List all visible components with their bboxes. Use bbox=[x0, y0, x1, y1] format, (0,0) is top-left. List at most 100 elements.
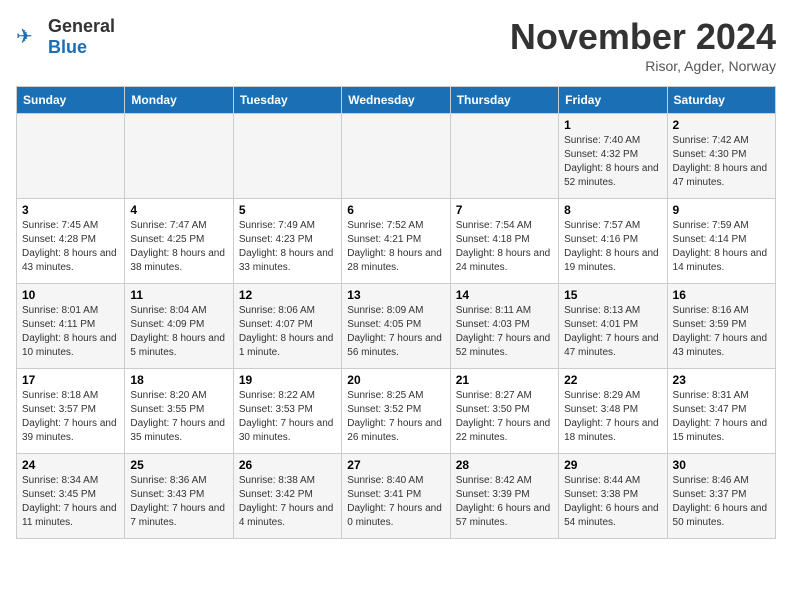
calendar-cell: 27Sunrise: 8:40 AM Sunset: 3:41 PM Dayli… bbox=[342, 454, 450, 539]
day-info: Sunrise: 8:01 AM Sunset: 4:11 PM Dayligh… bbox=[22, 304, 119, 360]
calendar-cell: 22 Sunrise: 8:29 AM Sunset: 3:48 PM Dayli… bbox=[559, 369, 667, 454]
day-info: Sunrise: 8:18 AM Sunset: 3:57 PM Dayligh… bbox=[22, 389, 119, 445]
day-number: 23 bbox=[673, 373, 770, 387]
calendar-cell bbox=[450, 114, 558, 199]
calendar-cell: 18 Sunrise: 8:20 AM Sunset: 3:55 PM Dayli… bbox=[125, 369, 233, 454]
header-row: SundayMondayTuesdayWednesdayThursdayFrid… bbox=[17, 87, 776, 114]
day-header-saturday: Saturday bbox=[667, 87, 775, 114]
day-number: 28 bbox=[456, 458, 553, 472]
calendar-cell: 4 Sunrise: 7:47 AM Sunset: 4:25 PM Daylig… bbox=[125, 199, 233, 284]
calendar-cell bbox=[125, 114, 233, 199]
day-number: 1 bbox=[564, 118, 661, 132]
day-number: 13 bbox=[347, 288, 444, 302]
week-row: 3 Sunrise: 7:45 AM Sunset: 4:28 PM Daylig… bbox=[17, 199, 776, 284]
day-info: Sunrise: 8:04 AM Sunset: 4:09 PM Dayligh… bbox=[130, 304, 227, 360]
calendar-cell: 12 Sunrise: 8:06 AM Sunset: 4:07 PM Dayli… bbox=[233, 284, 341, 369]
day-number: 11 bbox=[130, 288, 227, 302]
day-header-thursday: Thursday bbox=[450, 87, 558, 114]
day-number: 18 bbox=[130, 373, 227, 387]
day-number: 14 bbox=[456, 288, 553, 302]
day-info: Sunrise: 8:31 AM Sunset: 3:47 PM Dayligh… bbox=[673, 389, 770, 445]
day-header-monday: Monday bbox=[125, 87, 233, 114]
calendar-cell: 28 Sunrise: 8:42 AM Sunset: 3:39 PM Dayli… bbox=[450, 454, 558, 539]
calendar-cell: 16Sunrise: 8:16 AM Sunset: 3:59 PM Dayli… bbox=[667, 284, 775, 369]
day-info: Sunrise: 7:59 AM Sunset: 4:14 PM Dayligh… bbox=[673, 219, 770, 275]
day-info: Sunrise: 8:20 AM Sunset: 3:55 PM Dayligh… bbox=[130, 389, 227, 445]
svg-text:✈: ✈ bbox=[16, 26, 33, 48]
day-info: Sunrise: 7:47 AM Sunset: 4:25 PM Dayligh… bbox=[130, 219, 227, 275]
calendar-cell: 3 Sunrise: 7:45 AM Sunset: 4:28 PM Daylig… bbox=[17, 199, 125, 284]
logo-text-blue: Blue bbox=[48, 37, 87, 57]
calendar-cell: 5Sunrise: 7:49 AM Sunset: 4:23 PM Daylig… bbox=[233, 199, 341, 284]
calendar-cell: 1 Sunrise: 7:40 AM Sunset: 4:32 PM Daylig… bbox=[559, 114, 667, 199]
day-info: Sunrise: 8:42 AM Sunset: 3:39 PM Dayligh… bbox=[456, 474, 553, 530]
day-info: Sunrise: 7:57 AM Sunset: 4:16 PM Dayligh… bbox=[564, 219, 661, 275]
day-header-wednesday: Wednesday bbox=[342, 87, 450, 114]
day-info: Sunrise: 8:46 AM Sunset: 3:37 PM Dayligh… bbox=[673, 474, 770, 530]
calendar-cell: 21Sunrise: 8:27 AM Sunset: 3:50 PM Dayli… bbox=[450, 369, 558, 454]
logo-text-general: General bbox=[48, 16, 115, 36]
day-info: Sunrise: 8:06 AM Sunset: 4:07 PM Dayligh… bbox=[239, 304, 336, 360]
calendar-cell: 25Sunrise: 8:36 AM Sunset: 3:43 PM Dayli… bbox=[125, 454, 233, 539]
day-number: 24 bbox=[22, 458, 119, 472]
week-row: 1 Sunrise: 7:40 AM Sunset: 4:32 PM Daylig… bbox=[17, 114, 776, 199]
week-row: 17 Sunrise: 8:18 AM Sunset: 3:57 PM Dayli… bbox=[17, 369, 776, 454]
calendar-cell: 10 Sunrise: 8:01 AM Sunset: 4:11 PM Dayli… bbox=[17, 284, 125, 369]
calendar-cell: 17 Sunrise: 8:18 AM Sunset: 3:57 PM Dayli… bbox=[17, 369, 125, 454]
header: ✈ General Blue November 2024 Risor, Agde… bbox=[16, 16, 776, 74]
day-number: 8 bbox=[564, 203, 661, 217]
calendar-cell: 6 Sunrise: 7:52 AM Sunset: 4:21 PM Daylig… bbox=[342, 199, 450, 284]
title-area: November 2024 Risor, Agder, Norway bbox=[510, 16, 776, 74]
calendar-cell: 7 Sunrise: 7:54 AM Sunset: 4:18 PM Daylig… bbox=[450, 199, 558, 284]
day-info: Sunrise: 7:52 AM Sunset: 4:21 PM Dayligh… bbox=[347, 219, 444, 275]
day-number: 4 bbox=[130, 203, 227, 217]
day-info: Sunrise: 7:40 AM Sunset: 4:32 PM Dayligh… bbox=[564, 134, 661, 190]
calendar-cell: 14 Sunrise: 8:11 AM Sunset: 4:03 PM Dayli… bbox=[450, 284, 558, 369]
month-title: November 2024 bbox=[510, 16, 776, 58]
calendar-cell: 24Sunrise: 8:34 AM Sunset: 3:45 PM Dayli… bbox=[17, 454, 125, 539]
calendar-cell: 26 Sunrise: 8:38 AM Sunset: 3:42 PM Dayli… bbox=[233, 454, 341, 539]
day-info: Sunrise: 8:22 AM Sunset: 3:53 PM Dayligh… bbox=[239, 389, 336, 445]
day-number: 3 bbox=[22, 203, 119, 217]
day-info: Sunrise: 8:38 AM Sunset: 3:42 PM Dayligh… bbox=[239, 474, 336, 530]
logo-icon: ✈ bbox=[16, 23, 44, 51]
day-header-friday: Friday bbox=[559, 87, 667, 114]
day-number: 15 bbox=[564, 288, 661, 302]
day-header-tuesday: Tuesday bbox=[233, 87, 341, 114]
day-info: Sunrise: 7:54 AM Sunset: 4:18 PM Dayligh… bbox=[456, 219, 553, 275]
day-number: 27 bbox=[347, 458, 444, 472]
week-row: 10 Sunrise: 8:01 AM Sunset: 4:11 PM Dayli… bbox=[17, 284, 776, 369]
day-number: 10 bbox=[22, 288, 119, 302]
logo: ✈ General Blue bbox=[16, 16, 115, 58]
day-number: 26 bbox=[239, 458, 336, 472]
day-number: 22 bbox=[564, 373, 661, 387]
calendar-cell: 23 Sunrise: 8:31 AM Sunset: 3:47 PM Dayli… bbox=[667, 369, 775, 454]
day-number: 30 bbox=[673, 458, 770, 472]
day-info: Sunrise: 8:25 AM Sunset: 3:52 PM Dayligh… bbox=[347, 389, 444, 445]
day-number: 19 bbox=[239, 373, 336, 387]
day-number: 2 bbox=[673, 118, 770, 132]
day-number: 21 bbox=[456, 373, 553, 387]
calendar-cell: 20 Sunrise: 8:25 AM Sunset: 3:52 PM Dayli… bbox=[342, 369, 450, 454]
day-number: 12 bbox=[239, 288, 336, 302]
day-number: 5 bbox=[239, 203, 336, 217]
day-info: Sunrise: 8:09 AM Sunset: 4:05 PM Dayligh… bbox=[347, 304, 444, 360]
calendar-cell: 8 Sunrise: 7:57 AM Sunset: 4:16 PM Daylig… bbox=[559, 199, 667, 284]
day-info: Sunrise: 8:44 AM Sunset: 3:38 PM Dayligh… bbox=[564, 474, 661, 530]
day-info: Sunrise: 8:13 AM Sunset: 4:01 PM Dayligh… bbox=[564, 304, 661, 360]
day-header-sunday: Sunday bbox=[17, 87, 125, 114]
day-info: Sunrise: 7:42 AM Sunset: 4:30 PM Dayligh… bbox=[673, 134, 770, 190]
calendar-cell: 2 Sunrise: 7:42 AM Sunset: 4:30 PM Daylig… bbox=[667, 114, 775, 199]
day-number: 17 bbox=[22, 373, 119, 387]
day-number: 6 bbox=[347, 203, 444, 217]
calendar-cell: 11 Sunrise: 8:04 AM Sunset: 4:09 PM Dayli… bbox=[125, 284, 233, 369]
day-number: 7 bbox=[456, 203, 553, 217]
calendar-table: SundayMondayTuesdayWednesdayThursdayFrid… bbox=[16, 86, 776, 539]
day-info: Sunrise: 8:11 AM Sunset: 4:03 PM Dayligh… bbox=[456, 304, 553, 360]
day-info: Sunrise: 8:29 AM Sunset: 3:48 PM Dayligh… bbox=[564, 389, 661, 445]
calendar-cell bbox=[17, 114, 125, 199]
calendar-cell bbox=[342, 114, 450, 199]
calendar-cell: 19 Sunrise: 8:22 AM Sunset: 3:53 PM Dayli… bbox=[233, 369, 341, 454]
day-number: 20 bbox=[347, 373, 444, 387]
day-info: Sunrise: 7:45 AM Sunset: 4:28 PM Dayligh… bbox=[22, 219, 119, 275]
